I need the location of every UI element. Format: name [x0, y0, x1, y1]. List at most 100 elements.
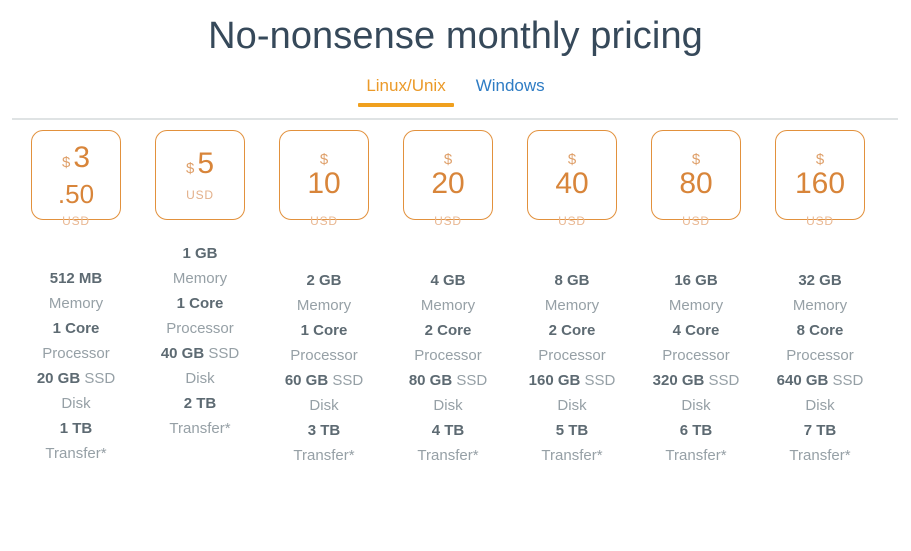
spec-disk-value: 320 GB SSD: [634, 368, 758, 393]
spec-disk-size: 40 GB: [160, 345, 205, 363]
spec-memory-value: 512 MB: [49, 270, 103, 288]
price-amount: 10: [307, 166, 341, 200]
plan-spec-list: 512 MB Memory 1 Core Processor 20 GB SSD Disk…: [14, 266, 138, 466]
currency-code-label: USD: [682, 214, 710, 229]
spec-disk-value: 160 GB SSD: [510, 368, 634, 393]
price-box: $5 USD: [155, 130, 245, 221]
spec-processor-value: 1 Core: [176, 295, 224, 313]
spec-transfer-label: Transfer*: [665, 447, 727, 465]
spec-memory-label: Memory: [296, 297, 352, 315]
spec-disk-type: SSD: [208, 345, 240, 363]
price-box: $3 .50 USD: [31, 130, 121, 228]
spec-disk-type: SSD: [456, 372, 488, 390]
spec-disk-value: 60 GB SSD: [262, 368, 386, 393]
currency-code-label: USD: [806, 214, 834, 229]
tab-windows[interactable]: Windows: [472, 75, 549, 107]
plan-spec-list: 32 GB Memory 8 Core Processor 640 GB SSD Disk…: [758, 268, 882, 468]
currency-symbol: $: [185, 159, 195, 177]
spec-memory-value: 2 GB: [306, 272, 342, 290]
spec-memory-value: 8 GB: [554, 272, 590, 290]
spec-disk-type: SSD: [84, 370, 116, 388]
pricing-plan[interactable]: $3 .50 USD 512 MB Memory 1 Core Processor 20 GB…: [14, 130, 138, 468]
price-box: $160 USD: [775, 130, 865, 228]
pricing-plan[interactable]: $40 USD 8 GB Memory 2 Core Processor 160 GB SS…: [510, 130, 634, 468]
spec-processor-label: Processor: [414, 347, 482, 365]
spec-disk-label: Disk: [681, 397, 711, 415]
currency-symbol: $: [691, 150, 701, 168]
spec-disk-value: 20 GB SSD: [14, 366, 138, 391]
spec-transfer-value: 7 TB: [803, 422, 837, 440]
currency-symbol: $: [815, 150, 825, 168]
spec-memory-value: 32 GB: [798, 272, 842, 290]
pricing-plan[interactable]: $5 USD 1 GB Memory 1 Core Processor 40 GB SSD D…: [138, 130, 262, 468]
plan-spec-list: 16 GB Memory 4 Core Processor 320 GB SSD Disk…: [634, 268, 758, 468]
currency-symbol: $: [443, 150, 453, 168]
spec-memory-label: Memory: [792, 297, 848, 315]
spec-processor-label: Processor: [166, 320, 234, 338]
spec-disk-type: SSD: [832, 372, 864, 390]
pricing-plan[interactable]: $80 USD 16 GB Memory 4 Core Processor 320 GB S…: [634, 130, 758, 468]
spec-processor-value: 4 Core: [672, 322, 720, 340]
spec-disk-label: Disk: [185, 370, 215, 388]
spec-disk-value: 80 GB SSD: [386, 368, 510, 393]
spec-disk-label: Disk: [805, 397, 835, 415]
spec-memory-label: Memory: [420, 297, 476, 315]
spec-transfer-value: 1 TB: [59, 420, 93, 438]
page-title: No-nonsense monthly pricing: [208, 15, 703, 57]
tab-linux-unix[interactable]: Linux/Unix: [358, 75, 455, 108]
spec-transfer-value: 3 TB: [307, 422, 341, 440]
price-amount: 20: [431, 166, 465, 200]
currency-symbol: $: [61, 154, 71, 172]
spec-transfer-value: 6 TB: [679, 422, 713, 440]
spec-transfer-label: Transfer*: [293, 447, 355, 465]
spec-memory-label: Memory: [172, 270, 228, 288]
spec-disk-type: SSD: [708, 372, 740, 390]
price-cents: .50: [57, 179, 95, 210]
spec-transfer-value: 2 TB: [183, 395, 217, 413]
spec-processor-label: Processor: [42, 345, 110, 363]
price-amount: 80: [679, 166, 713, 200]
spec-disk-size: 20 GB: [36, 370, 81, 388]
spec-disk-size: 160 GB: [528, 372, 581, 390]
spec-disk-type: SSD: [332, 372, 364, 390]
spec-processor-label: Processor: [786, 347, 854, 365]
price-row: $5: [185, 146, 215, 180]
os-tab-bar: Linux/Unix Windows: [0, 75, 911, 121]
price-amount: 3: [73, 141, 91, 175]
price-row: $3: [62, 143, 90, 173]
spec-transfer-label: Transfer*: [541, 447, 603, 465]
spec-disk-value: 40 GB SSD: [138, 341, 262, 366]
pricing-plan[interactable]: $20 USD 4 GB Memory 2 Core Processor 80 GB SSD…: [386, 130, 510, 468]
spec-transfer-value: 4 TB: [431, 422, 465, 440]
spec-processor-value: 2 Core: [548, 322, 596, 340]
plan-spec-list: 2 GB Memory 1 Core Processor 60 GB SSD Disk 3 …: [262, 268, 386, 468]
spec-processor-value: 2 Core: [424, 322, 472, 340]
spec-memory-label: Memory: [48, 295, 104, 313]
price-box: $10 USD: [279, 130, 369, 228]
pricing-plan-grid: $3 .50 USD 512 MB Memory 1 Core Processor 20 GB…: [0, 130, 911, 468]
spec-disk-label: Disk: [557, 397, 587, 415]
spec-memory-value: 16 GB: [674, 272, 718, 290]
spec-memory-value: 4 GB: [430, 272, 466, 290]
spec-transfer-label: Transfer*: [169, 420, 231, 438]
spec-disk-value: 640 GB SSD: [758, 368, 882, 393]
currency-symbol: $: [567, 150, 577, 168]
spec-disk-label: Disk: [433, 397, 463, 415]
spec-processor-label: Processor: [538, 347, 606, 365]
spec-disk-size: 320 GB: [652, 372, 705, 390]
plan-spec-list: 1 GB Memory 1 Core Processor 40 GB SSD Disk 2 …: [138, 241, 262, 441]
price-amount: 5: [197, 146, 215, 180]
currency-code-label: USD: [434, 214, 462, 229]
spec-transfer-label: Transfer*: [417, 447, 479, 465]
spec-disk-label: Disk: [61, 395, 91, 413]
spec-memory-label: Memory: [544, 297, 600, 315]
spec-disk-type: SSD: [584, 372, 616, 390]
price-box: $40 USD: [527, 130, 617, 228]
tab-divider: [12, 118, 898, 121]
spec-processor-value: 1 Core: [300, 322, 348, 340]
spec-transfer-label: Transfer*: [45, 445, 107, 463]
spec-disk-label: Disk: [309, 397, 339, 415]
pricing-plan[interactable]: $10 USD 2 GB Memory 1 Core Processor 60 GB SSD…: [262, 130, 386, 468]
pricing-plan[interactable]: $160 USD 32 GB Memory 8 Core Processor 640 GB …: [758, 130, 882, 468]
currency-code-label: USD: [558, 214, 586, 229]
